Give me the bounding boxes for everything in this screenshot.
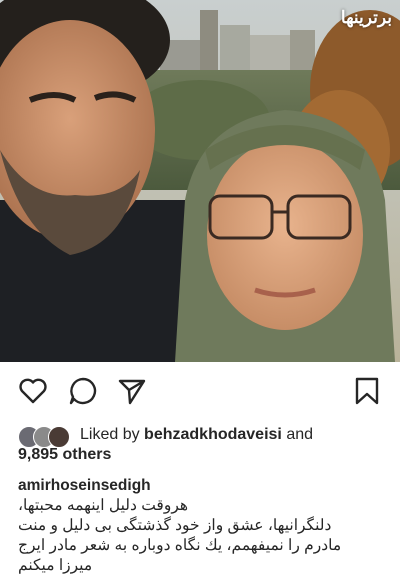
- selfie-image: [0, 0, 400, 362]
- post-action-bar: [0, 362, 400, 420]
- liked-by-text: Liked by behzadkhodaveisi and: [80, 426, 313, 444]
- heart-icon[interactable]: [18, 376, 48, 406]
- caption-username[interactable]: amirhoseinsedigh: [18, 476, 388, 496]
- liker-avatars[interactable]: [18, 426, 74, 448]
- caption-line: میرزا میکنم: [18, 557, 93, 574]
- likes-section: Liked by behzadkhodaveisi and 9,895 othe…: [18, 422, 388, 468]
- likes-count[interactable]: 9,895 others: [18, 446, 111, 464]
- caption-line: دلنگرانیها، عشق واز خود گذشتگی بی دلیل و…: [18, 517, 332, 534]
- watermark-logo: برترینها: [340, 8, 392, 27]
- caption-line: مادرم را نمیفهمم، یك نگاه دوباره به شعر …: [18, 537, 342, 554]
- post-photo[interactable]: برترینها: [0, 0, 400, 362]
- caption-line: هروقت دلیل اینهمه محبتها،: [18, 497, 189, 514]
- liked-user-link[interactable]: behzadkhodaveisi: [144, 426, 282, 443]
- liked-prefix: Liked by: [80, 426, 140, 443]
- bookmark-icon[interactable]: [352, 376, 382, 406]
- avatar: [48, 426, 70, 448]
- post-caption: amirhoseinsedigh هروقت دلیل اینهمه محبته…: [18, 476, 388, 576]
- paper-plane-icon[interactable]: [117, 376, 147, 406]
- comment-bubble-icon[interactable]: [68, 376, 98, 406]
- liked-and: and: [286, 426, 314, 443]
